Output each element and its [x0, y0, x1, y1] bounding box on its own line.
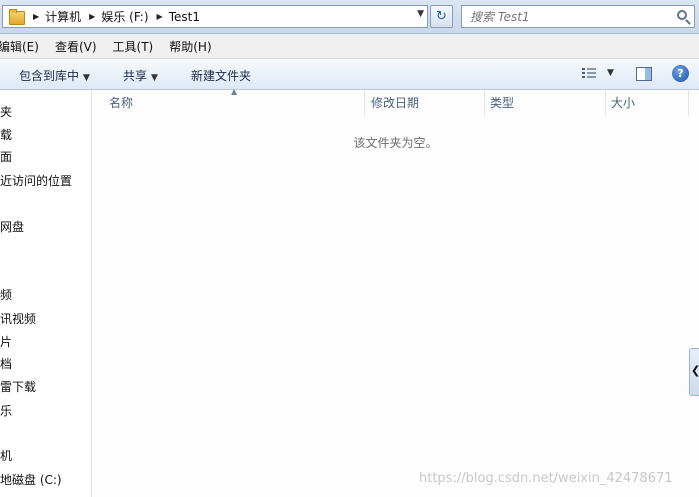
chevron-right-icon[interactable]: ▶ — [33, 12, 39, 21]
column-header-name[interactable]: 名称 — [92, 90, 364, 116]
search-input[interactable] — [462, 6, 662, 27]
column-header-type[interactable]: 类型 — [473, 90, 605, 116]
column-divider[interactable] — [688, 90, 689, 116]
help-icon[interactable]: ? — [672, 65, 689, 82]
view-options-icon[interactable] — [582, 68, 596, 80]
nav-item-thunder-downloads[interactable]: 雷下载 — [0, 379, 36, 395]
menu-help[interactable]: 帮助(H) — [169, 38, 211, 55]
nav-item-recent-places[interactable]: 近访问的位置 — [0, 173, 72, 189]
nav-item-netdisk[interactable]: 网盘 — [0, 219, 24, 235]
chevron-down-icon: ▼ — [83, 73, 90, 83]
menu-view[interactable]: 查看(V) — [55, 38, 97, 55]
include-in-library-button[interactable]: 包含到库中 ▼ — [19, 67, 90, 84]
menu-edit[interactable]: 编辑(E) — [0, 38, 39, 55]
nav-item-desktop[interactable]: 面 — [0, 149, 12, 165]
file-list[interactable]: ▲ 名称 修改日期 类型 大小 该文件夹为空。 — [92, 87, 699, 497]
column-header-date-modified[interactable]: 修改日期 — [354, 90, 484, 116]
breadcrumb-computer[interactable]: 计算机 — [45, 8, 81, 25]
search-box[interactable] — [461, 5, 695, 28]
navigation-pane: 夹 载 面 近访问的位置 网盘 频 讯视频 片 档 雷下载 乐 机 地磁盘 (C… — [0, 90, 92, 497]
new-folder-button[interactable]: 新建文件夹 — [191, 67, 251, 84]
include-in-library-label: 包含到库中 — [19, 69, 80, 83]
column-header-size[interactable]: 大小 — [594, 90, 688, 116]
share-button[interactable]: 共享 ▼ — [123, 67, 158, 84]
nav-item-tencent-video[interactable]: 讯视频 — [0, 311, 36, 327]
nav-item-documents[interactable]: 档 — [0, 356, 12, 372]
menu-bar: 编辑(E) 查看(V) 工具(T) 帮助(H) — [0, 34, 699, 59]
breadcrumb-test1[interactable]: Test1 — [169, 10, 200, 24]
view-options-dropdown-icon[interactable]: ▼ — [607, 68, 614, 78]
chevron-right-icon[interactable]: ▶ — [89, 12, 95, 21]
nav-item-videos[interactable]: 频 — [0, 287, 12, 303]
nav-item-computer[interactable]: 机 — [0, 448, 12, 464]
collapse-pane-button[interactable]: ❮ — [689, 348, 699, 396]
address-bar[interactable]: ▶ 计算机 ▶ 娱乐 (F:) ▶ Test1 ▼ — [2, 5, 428, 28]
nav-item-downloads[interactable]: 载 — [0, 127, 12, 143]
refresh-icon: ↻ — [436, 9, 447, 24]
refresh-button[interactable]: ↻ — [430, 5, 453, 28]
address-dropdown-icon[interactable]: ▼ — [417, 9, 424, 19]
chevron-down-icon: ▼ — [151, 73, 158, 83]
search-icon[interactable] — [677, 10, 687, 20]
nav-item-favorites[interactable]: 夹 — [0, 104, 12, 120]
folder-icon — [7, 8, 25, 26]
nav-item-local-disk-c[interactable]: 地磁盘 (C:) — [0, 472, 62, 488]
command-bar: 包含到库中 ▼ 共享 ▼ 新建文件夹 ▼ ? — [0, 59, 699, 90]
breadcrumb-drive-f[interactable]: 娱乐 (F:) — [101, 8, 148, 25]
empty-folder-message: 该文件夹为空。 — [353, 136, 438, 150]
watermark: https://blog.csdn.net/weixin_42478671 — [419, 471, 673, 486]
collapse-pane-icon: ❮ — [691, 364, 699, 377]
preview-pane-icon[interactable] — [636, 67, 652, 81]
chevron-right-icon[interactable]: ▶ — [157, 12, 163, 21]
nav-item-pictures[interactable]: 片 — [0, 334, 12, 350]
nav-item-music[interactable]: 乐 — [0, 403, 12, 419]
address-row: ▶ 计算机 ▶ 娱乐 (F:) ▶ Test1 ▼ ↻ — [0, 0, 699, 34]
share-label: 共享 — [123, 69, 148, 83]
menu-tools[interactable]: 工具(T) — [113, 38, 154, 55]
